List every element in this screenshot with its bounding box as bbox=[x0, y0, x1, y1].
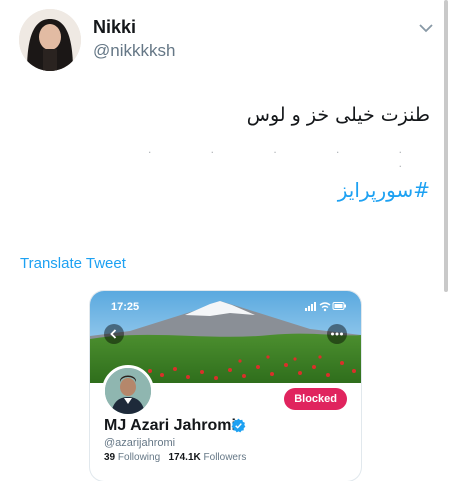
wifi-icon bbox=[319, 302, 331, 309]
following-count: 39 bbox=[104, 452, 116, 463]
profile-handle: @azarijahromi bbox=[104, 437, 176, 449]
tweet-hashtag-link[interactable]: #سورپرایز bbox=[338, 178, 430, 202]
followers-count: 174.1K bbox=[168, 452, 201, 463]
verified-icon bbox=[231, 418, 246, 433]
translate-tweet-link[interactable]: Translate Tweet bbox=[20, 255, 126, 272]
battery-icon bbox=[332, 302, 346, 310]
author-handle[interactable]: @nikkkksh bbox=[93, 41, 175, 61]
more-options-button[interactable] bbox=[327, 324, 347, 344]
status-bar-time: 17:25 bbox=[111, 301, 140, 313]
chevron-down-icon[interactable] bbox=[418, 22, 434, 34]
scrollbar[interactable] bbox=[444, 0, 448, 292]
tweet-text: طنزت خیلی خز و لوس bbox=[246, 104, 430, 126]
followers-label[interactable]: Followers bbox=[204, 452, 247, 463]
status-bar-icons bbox=[305, 302, 346, 312]
back-arrow-icon bbox=[110, 329, 117, 339]
embedded-profile-screenshot[interactable]: 17:25 Blocked MJ Azari Jahromi @azarijah… bbox=[90, 291, 361, 481]
profile-name: MJ Azari Jahromi bbox=[104, 417, 236, 434]
profile-stats: 39 Following 174.1K Followers bbox=[104, 452, 246, 463]
profile-avatar[interactable] bbox=[102, 365, 154, 417]
following-label[interactable]: Following bbox=[118, 452, 160, 463]
tweet-text-faded: . . . . . . bbox=[147, 142, 430, 170]
more-icon bbox=[331, 332, 343, 336]
signal-icon bbox=[305, 302, 316, 311]
blocked-button[interactable]: Blocked bbox=[284, 388, 347, 410]
back-button[interactable] bbox=[104, 324, 124, 344]
author-avatar[interactable] bbox=[19, 9, 81, 71]
author-display-name[interactable]: Nikki bbox=[93, 17, 136, 38]
